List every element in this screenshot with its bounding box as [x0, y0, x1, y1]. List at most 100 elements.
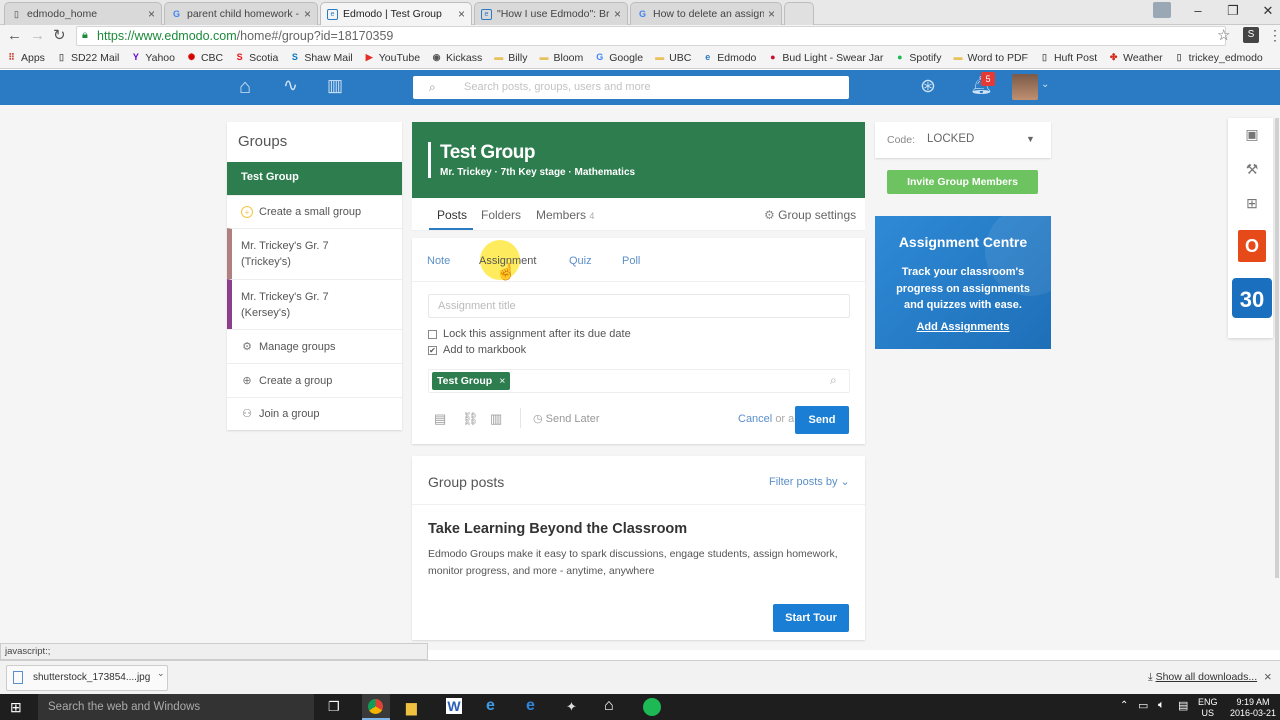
minimize-icon[interactable]: – [1178, 0, 1218, 22]
sidebar-item-group-trickeys[interactable]: Mr. Trickey's Gr. 7 (Trickey's) [227, 228, 402, 279]
post-type-poll[interactable]: Poll [622, 255, 640, 267]
home-icon[interactable]: ⌂ [239, 76, 251, 99]
bookmark-item[interactable]: e Edmodo [702, 52, 756, 64]
scrollbar[interactable] [1275, 118, 1279, 578]
language-indicator[interactable]: ENG US [1198, 697, 1218, 719]
bookmark-item[interactable]: S Scotia [234, 52, 279, 64]
chrome-taskbar-icon[interactable] [362, 694, 390, 720]
recipients-field[interactable]: Test Group × ⌕ [428, 369, 850, 393]
url-field[interactable]: 🔒︎ https://www.edmodo.com/home#/group?id… [76, 26, 1226, 46]
bookmark-item[interactable]: Y Yahoo [130, 52, 175, 64]
sidebar-item-manage-groups[interactable]: ⚙ Manage groups [227, 329, 402, 363]
office-icon[interactable]: O [1238, 230, 1266, 262]
add-assignments-link[interactable]: Add Assignments [875, 321, 1051, 333]
bookmark-item[interactable]: ● Spotify [894, 52, 941, 64]
download-item[interactable]: shutterstock_173854....jpg ⌄ [6, 665, 168, 691]
bookmark-item[interactable]: ▬ Billy [493, 52, 527, 64]
chevron-down-icon[interactable]: ⌄ [1041, 79, 1049, 90]
backpack-icon[interactable]: ⊛ [920, 75, 936, 98]
browser-tab[interactable]: G parent child homework - × [164, 2, 318, 25]
restore-icon[interactable]: ❐ [1213, 0, 1253, 22]
message-icon[interactable]: ▤ [1178, 699, 1188, 712]
activity-pulse-icon[interactable]: ∿ [283, 75, 298, 96]
profile-icon[interactable] [1153, 2, 1171, 18]
ie-icon[interactable]: e [486, 697, 495, 715]
volume-icon[interactable]: 🔈︎ [1158, 699, 1165, 712]
invite-members-button[interactable]: Invite Group Members [887, 170, 1038, 194]
bookmark-item[interactable]: S Shaw Mail [289, 52, 353, 64]
clock[interactable]: 9:19 AM 2016-03-21 [1230, 697, 1276, 719]
tab-folders[interactable]: Folders [481, 208, 521, 222]
sidebar-item-join-group[interactable]: ⚇ Join a group [227, 397, 402, 430]
tab-members[interactable]: Members 4 [536, 208, 594, 222]
sidebar-item-create-small-group[interactable]: + Create a small group [227, 195, 402, 228]
bookmark-item[interactable]: ▯ Huft Post [1039, 52, 1097, 64]
bookmark-item[interactable]: ▬ Bloom [538, 52, 583, 64]
send-later-button[interactable]: ◷ Send Later [533, 412, 600, 425]
library-icon[interactable]: ▥ [490, 411, 502, 427]
forward-arrow-icon[interactable]: → [30, 27, 45, 44]
close-tab-icon[interactable]: × [148, 7, 155, 21]
sidebar-item-create-group[interactable]: ⊕ Create a group [227, 363, 402, 397]
bookmark-item[interactable]: ◉ Kickass [431, 52, 483, 64]
edge-icon[interactable]: e [526, 697, 535, 715]
close-tab-icon[interactable]: × [458, 7, 465, 21]
store-icon[interactable]: ▣ [1243, 125, 1261, 143]
filter-posts-dropdown[interactable]: Filter posts by ⌄ [769, 475, 850, 488]
reload-icon[interactable]: ↻ [53, 26, 66, 44]
send-button[interactable]: Send [795, 406, 849, 434]
chevron-down-icon[interactable]: ⌄ [157, 668, 165, 679]
close-tab-icon[interactable]: × [768, 7, 775, 21]
sidebar-item-test-group[interactable]: Test Group [227, 162, 402, 195]
post-type-note[interactable]: Note [427, 255, 450, 267]
library-book-icon[interactable]: ▥ [327, 76, 343, 96]
bookmark-item[interactable]: ✤ Weather [1108, 52, 1163, 64]
bookmark-item[interactable]: ✺ CBC [186, 52, 223, 64]
tray-chevron-icon[interactable]: ⌃ [1120, 700, 1128, 711]
bookmark-item[interactable]: G Google [594, 52, 643, 64]
wrench-icon[interactable]: ⚒ [1243, 160, 1261, 178]
task-view-icon[interactable]: ❐ [328, 699, 340, 715]
bookmark-item[interactable]: ▯ SD22 Mail [56, 52, 119, 64]
close-tab-icon[interactable]: × [614, 7, 621, 21]
markbook-checkbox[interactable]: ✔ [428, 345, 437, 355]
file-explorer-icon[interactable]: ▆ [406, 699, 417, 716]
cancel-link[interactable]: Cancel or a [738, 413, 794, 425]
calendar-icon[interactable]: 30 [1232, 278, 1272, 318]
tab-posts[interactable]: Posts [437, 208, 467, 222]
bookmark-item[interactable]: ▯ trickey_edmodo [1174, 52, 1263, 64]
assignment-title-input[interactable]: Assignment title [428, 294, 850, 318]
sidebar-item-group-kerseys[interactable]: Mr. Trickey's Gr. 7 (Kersey's) [227, 279, 402, 330]
network-icon[interactable]: ▭ [1138, 699, 1148, 712]
bookmark-item[interactable]: ▬ Word to PDF [952, 52, 1028, 64]
lock-checkbox[interactable] [428, 329, 437, 339]
search-input[interactable]: ⌕ Search posts, groups, users and more [413, 76, 849, 99]
group-code-box[interactable]: Code: LOCKED ▼ [875, 122, 1051, 158]
lock-option[interactable]: Lock this assignment after its due date [428, 328, 631, 340]
markbook-option[interactable]: ✔ Add to markbook [428, 344, 526, 356]
bookmark-star-icon[interactable]: ☆ [1217, 26, 1230, 44]
bookmark-item[interactable]: ⠿ Apps [6, 52, 45, 64]
spotify-icon[interactable] [643, 698, 661, 716]
new-tab-button[interactable] [784, 2, 814, 25]
bookmark-item[interactable]: ▶ YouTube [364, 52, 420, 64]
attach-file-icon[interactable]: ▤ [434, 411, 446, 427]
app-icon[interactable]: ✦ [566, 699, 577, 715]
browser-tab[interactable]: e "How I use Edmodo": Brill × [474, 2, 628, 25]
taskbar-search[interactable]: Search the web and Windows [38, 694, 314, 720]
chrome-menu-icon[interactable]: ⋮ [1268, 27, 1280, 44]
avatar[interactable] [1012, 74, 1038, 100]
back-arrow-icon[interactable]: ← [7, 27, 22, 44]
remove-recipient-icon[interactable]: × [499, 375, 505, 387]
extension-icon[interactable]: S [1243, 27, 1259, 43]
close-tab-icon[interactable]: × [304, 7, 311, 21]
home-app-icon[interactable]: ⌂ [604, 697, 614, 715]
bookmark-item[interactable]: ● Bud Light - Swear Jar [767, 52, 883, 64]
bookmark-item[interactable]: ▬ UBC [654, 52, 691, 64]
windows-start-icon[interactable]: ⊞ [10, 699, 22, 716]
close-downloads-icon[interactable]: × [1264, 669, 1272, 684]
link-icon[interactable]: ⛓ [462, 411, 479, 427]
start-tour-button[interactable]: Start Tour [773, 604, 849, 632]
show-all-downloads-link[interactable]: ⤓ Show all downloads... [1148, 671, 1257, 684]
post-type-assignment[interactable]: Assignment [479, 255, 536, 267]
